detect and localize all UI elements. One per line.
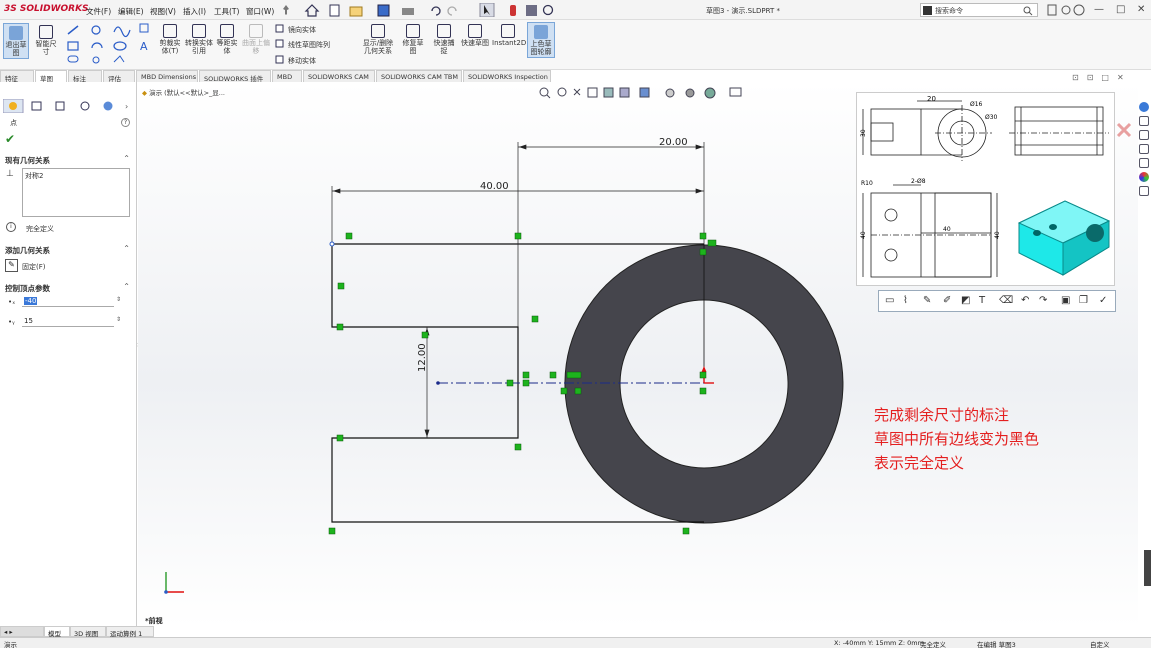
view-orientation-label: *前视 bbox=[145, 617, 163, 625]
close-reference-icon[interactable] bbox=[1114, 120, 1134, 140]
tab-model[interactable]: 模型 bbox=[44, 626, 70, 638]
side-toolbar-handle[interactable] bbox=[1144, 550, 1151, 586]
redo-icon[interactable]: ↷ bbox=[1039, 295, 1047, 306]
reference-drawing[interactable]: 20 Ø16 Ø30 30 R10 2-Ø8 40 40 40 bbox=[856, 92, 1115, 286]
tab-nav-arrows[interactable]: ◂ ▸ bbox=[0, 626, 44, 637]
reference-toolbar[interactable]: ▭ ⌇ ✎ ✐ ◩ T ⌫ ↶ ↷ ▣ ❐ ✓ bbox=[878, 290, 1116, 312]
save-icon[interactable]: ▣ bbox=[1061, 295, 1070, 306]
ref-dim-2phi8: 2-Ø8 bbox=[911, 178, 926, 185]
snip-icon[interactable]: ▭ bbox=[885, 295, 894, 306]
explorer-icon[interactable] bbox=[1139, 144, 1149, 154]
ref-dim-40-left: 40 bbox=[860, 231, 867, 239]
dimension-12[interactable]: 12.00 bbox=[417, 343, 428, 372]
dimension-40[interactable]: 40.00 bbox=[480, 181, 509, 192]
highlighter-icon[interactable]: ✐ bbox=[943, 295, 951, 306]
library-icon[interactable] bbox=[1139, 130, 1149, 140]
pen-icon[interactable]: ✎ bbox=[923, 295, 931, 306]
undo-icon[interactable]: ↶ bbox=[1021, 295, 1029, 306]
status-bar: 演示 X: -40mm Y: 15mm Z: 0mm 完全定义 在编辑 草图3 … bbox=[0, 637, 1151, 648]
status-defined: 完全定义 bbox=[920, 641, 946, 648]
annotation-line-3: 表示完全定义 bbox=[874, 454, 965, 472]
coordinate-triad bbox=[164, 572, 184, 594]
selected-point[interactable] bbox=[329, 241, 335, 247]
text-icon[interactable]: T bbox=[979, 295, 985, 306]
status-units[interactable]: 自定义 bbox=[1090, 639, 1110, 648]
ref-dim-phi30: Ø30 bbox=[985, 114, 998, 121]
tab-3d-views[interactable]: 3D 视图 bbox=[70, 626, 106, 638]
view-palette-icon[interactable] bbox=[1139, 158, 1149, 168]
appearances-icon[interactable] bbox=[1139, 172, 1149, 182]
copy-icon[interactable]: ❐ bbox=[1079, 295, 1088, 306]
viewport-controls[interactable]: ⊡⊡□✕ bbox=[1072, 73, 1132, 82]
tab-motion-study[interactable]: 运动算例 1 bbox=[106, 626, 154, 638]
resources-icon[interactable] bbox=[1139, 102, 1149, 112]
status-document: 演示 bbox=[4, 641, 17, 648]
eraser-icon[interactable]: ⌫ bbox=[999, 295, 1013, 306]
custom-properties-icon[interactable] bbox=[1139, 186, 1149, 196]
reference-drawing-graphics: 20 Ø16 Ø30 30 R10 2-Ø8 40 40 40 bbox=[860, 95, 1111, 278]
isometric-part-render bbox=[1017, 200, 1111, 276]
model-tabs: ◂ ▸ 模型 3D 视图 运动算例 1 bbox=[0, 626, 160, 638]
home-icon[interactable] bbox=[1139, 116, 1149, 126]
ref-dim-20: 20 bbox=[927, 95, 936, 103]
ref-dim-40-horizontal: 40 bbox=[943, 226, 951, 233]
ref-dim-r10: R10 bbox=[861, 180, 873, 187]
fill-icon[interactable]: ◩ bbox=[961, 295, 970, 306]
status-editing: 在编辑 草图3 bbox=[977, 641, 1016, 648]
status-coordinates: X: -40mm Y: 15mm Z: 0mm bbox=[834, 639, 924, 647]
ref-dim-40-right: 40 bbox=[994, 231, 1001, 239]
centerline-endpoint[interactable] bbox=[436, 381, 440, 385]
confirm-check-icon[interactable]: ✓ bbox=[1099, 295, 1107, 306]
ref-dim-phi16: Ø16 bbox=[970, 101, 983, 108]
task-pane-tabs[interactable] bbox=[1138, 98, 1151, 208]
annotation-line-2: 草图中所有边线变为黑色 bbox=[874, 430, 1040, 448]
annotation-line-1: 完成剩余尺寸的标注 bbox=[874, 406, 1010, 424]
dimension-20[interactable]: 20.00 bbox=[659, 137, 688, 148]
ref-dim-30: 30 bbox=[860, 129, 867, 137]
polyline-icon[interactable]: ⌇ bbox=[903, 295, 908, 306]
